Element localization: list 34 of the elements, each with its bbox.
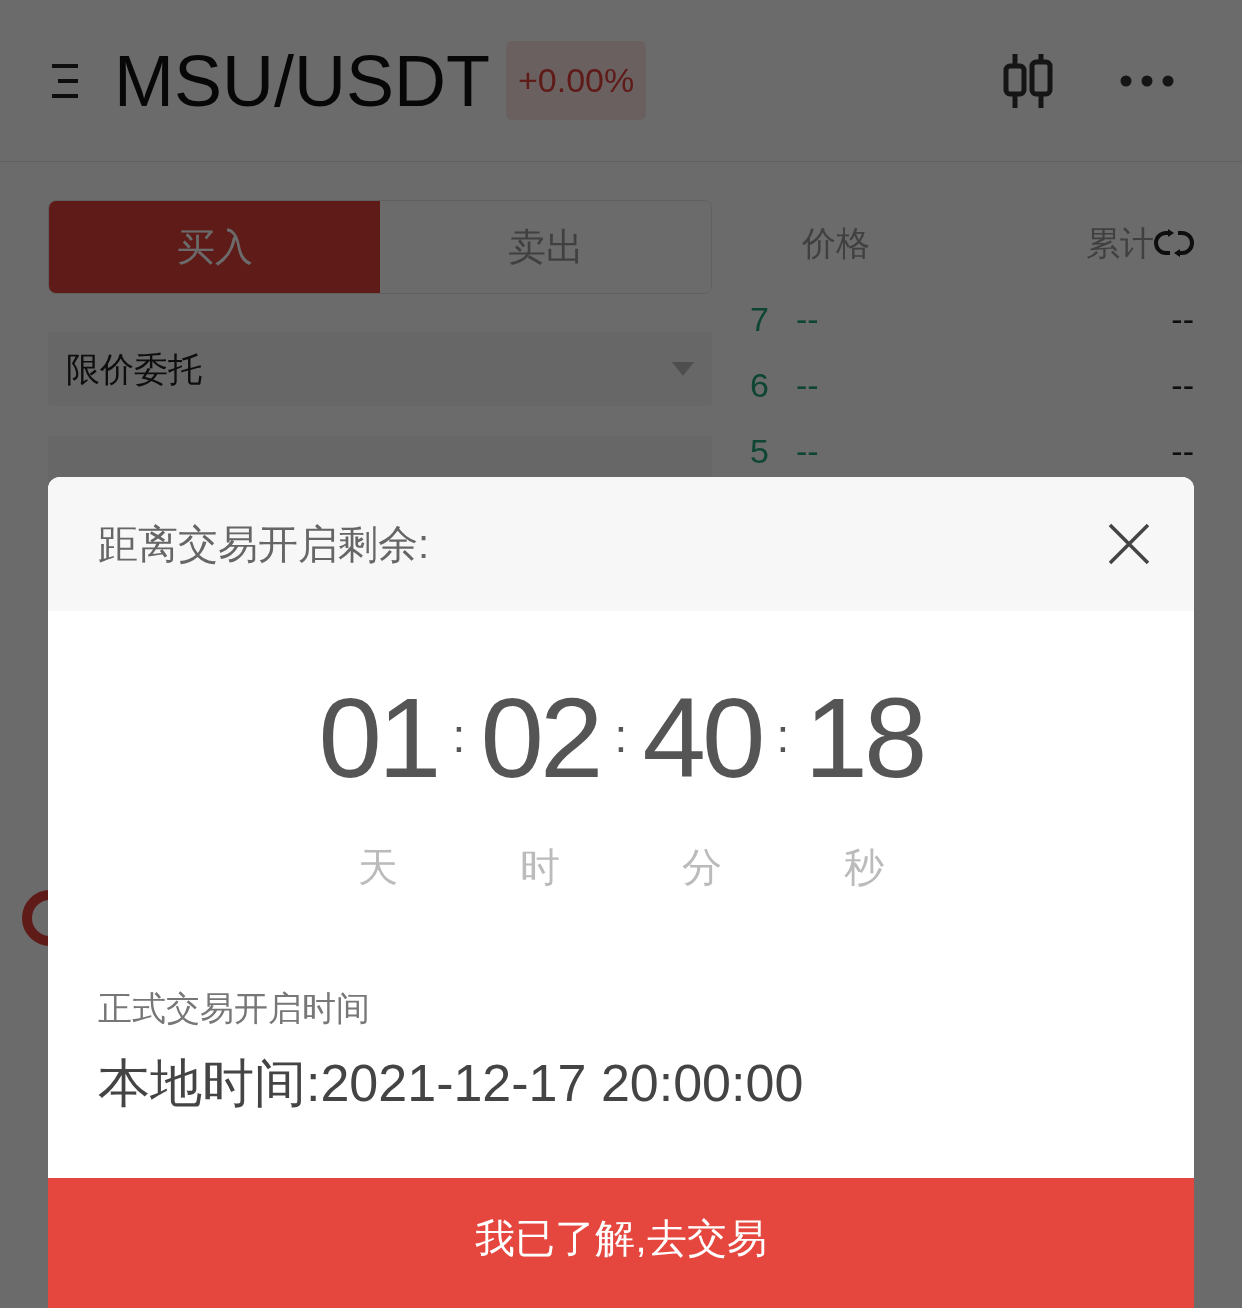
countdown-value: 01 [318,681,438,795]
countdown-unit: 时 [520,844,560,891]
countdown-unit: 分 [682,844,722,891]
swap-icon[interactable] [1154,229,1194,257]
countdown-value: 18 [804,681,924,795]
order-type-select[interactable]: 限价委托 [48,332,712,406]
open-time: 本地时间:2021-12-17 20:00:00 [98,1053,805,1114]
countdown-separator: : [613,713,629,763]
dialog-title: 距离交易开启剩余: [98,521,430,568]
countdown-unit: 秒 [844,844,884,891]
close-icon[interactable] [1108,523,1150,565]
total-cell-text: -- [1171,298,1194,340]
price-cell-text: -- [796,298,820,340]
price-cell-text: -- [796,430,820,472]
row-index: 6 [750,364,770,406]
change-badge: +0.00% [506,41,647,120]
total-cell-text: -- [1171,430,1194,472]
countdown-value: 02 [480,681,600,795]
open-time-label: 正式交易开启时间 [98,988,371,1029]
row-index: 5 [750,430,770,472]
trade-tab[interactable]: 买入 [49,201,380,293]
menu-icon[interactable] [52,63,80,98]
row-index: 7 [750,298,770,340]
more-icon[interactable] [1120,74,1174,87]
countdown-separator: : [451,713,467,763]
price-cell-text: -- [796,364,820,406]
candlestick-icon[interactable] [1002,51,1054,110]
dropdown-caret-icon [672,362,694,376]
total-cell-text: -- [1171,364,1194,406]
countdown-separator: : [775,713,791,763]
pair-title: MSU/USDT [114,44,490,117]
countdown-value: 40 [642,681,762,795]
countdown-unit: 天 [358,844,398,891]
confirm-button[interactable]: 我已了解,去交易 [48,1178,1194,1308]
